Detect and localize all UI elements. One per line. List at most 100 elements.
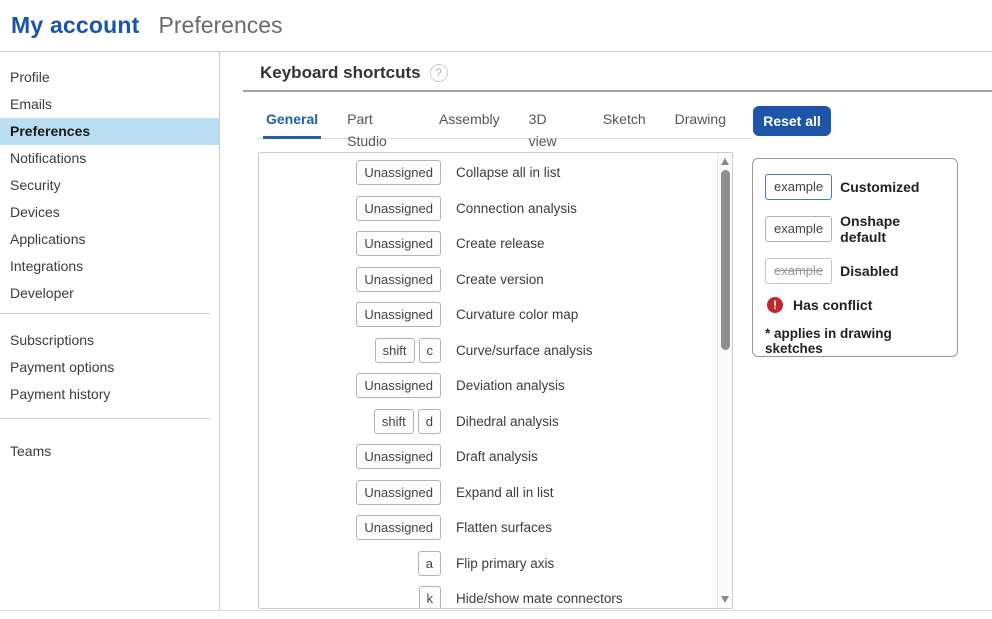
- sidebar-item-integrations[interactable]: Integrations: [0, 253, 219, 280]
- shortcut-label: Flip primary axis: [456, 556, 554, 571]
- key-badge[interactable]: Unassigned: [356, 302, 441, 327]
- section-title: Keyboard shortcuts: [260, 63, 421, 83]
- page-header: My account Preferences: [0, 0, 992, 52]
- tab-strip: General Part Studio Assembly 3D view Sketch D…: [258, 108, 752, 139]
- tab-3d-view[interactable]: 3D view: [526, 108, 577, 139]
- example-badge-default: example: [765, 216, 832, 242]
- shortcut-keys: a: [259, 551, 441, 576]
- shortcut-keys: Unassigned: [259, 373, 441, 398]
- key-badge[interactable]: c: [419, 338, 442, 363]
- shortcut-row-collapse-all-in-list: Unassigned Collapse all in list: [259, 160, 732, 185]
- shortcut-row-hide-show-mate-connectors: k Hide/show mate connectors: [259, 586, 732, 609]
- tab-drawing[interactable]: Drawing: [672, 108, 729, 139]
- shortcut-row-expand-all-in-list: Unassigned Expand all in list: [259, 480, 732, 505]
- key-badge[interactable]: Unassigned: [356, 160, 441, 185]
- tab-row: General Part Studio Assembly 3D view Sketch D…: [243, 108, 992, 139]
- key-badge[interactable]: Unassigned: [356, 267, 441, 292]
- scroll-up-icon[interactable]: [721, 158, 729, 165]
- page-subtitle: Preferences: [159, 12, 283, 39]
- key-badge[interactable]: Unassigned: [356, 373, 441, 398]
- shortcut-row-create-release: Unassigned Create release: [259, 231, 732, 256]
- shortcut-row-connection-analysis: UnassignedConnection analysis: [259, 196, 732, 221]
- shortcut-label: Collapse all in list: [456, 165, 560, 180]
- sidebar-item-notifications[interactable]: Notifications: [0, 145, 219, 172]
- page-body: ProfileEmailsPreferencesNotificationsSec…: [0, 52, 992, 611]
- tab-assembly[interactable]: Assembly: [436, 108, 503, 139]
- legend-row-disabled: example Disabled: [765, 258, 945, 284]
- key-badge[interactable]: k: [419, 586, 442, 609]
- tab-part-studio[interactable]: Part Studio: [344, 108, 413, 139]
- key-badge[interactable]: shift: [374, 409, 414, 434]
- shortcut-label: Draft analysis: [456, 449, 538, 464]
- shortcut-keys: shiftc: [259, 338, 441, 363]
- scrollbar[interactable]: [717, 153, 732, 608]
- key-badge[interactable]: shift: [375, 338, 415, 363]
- exclamation-circle-icon: !: [767, 297, 783, 313]
- legend-box: exampleCustomizedexampleOnshape defaulte…: [752, 158, 958, 357]
- legend-label: Customized: [840, 179, 919, 195]
- shortcut-label: Deviation analysis: [456, 378, 565, 393]
- legend-label: Onshape default: [840, 213, 945, 245]
- tab-sketch[interactable]: Sketch: [600, 108, 649, 139]
- legend-row-customized: example Customized: [765, 174, 945, 200]
- sidebar-item-developer[interactable]: Developer: [0, 280, 219, 307]
- shortcut-row-deviation-analysis: Unassigned Deviation analysis: [259, 373, 732, 398]
- shortcut-row-dihedral-analysis: shiftd Dihedral analysis: [259, 409, 732, 434]
- shortcut-keys: Unassigned: [259, 231, 441, 256]
- legend-note: * applies in drawing sketches: [765, 326, 945, 356]
- legend-label: Disabled: [840, 263, 898, 279]
- key-badge[interactable]: Unassigned: [356, 196, 441, 221]
- sidebar-divider: [0, 313, 210, 314]
- shortcut-label: Create release: [456, 236, 545, 251]
- key-badge[interactable]: Unassigned: [356, 444, 441, 469]
- shortcut-label: Hide/show mate connectors: [456, 591, 623, 606]
- sidebar-item-preferences[interactable]: Preferences: [0, 118, 219, 145]
- shortcut-row-flatten-surfaces: Unassigned Flatten surfaces: [259, 515, 732, 540]
- shortcut-keys: Unassigned: [259, 196, 441, 221]
- section-head: Keyboard shortcuts ?: [260, 63, 992, 83]
- shortcut-row-draft-analysis: Unassigned Draft analysis: [259, 444, 732, 469]
- scroll-down-icon[interactable]: [721, 596, 729, 603]
- key-badge[interactable]: d: [418, 409, 441, 434]
- reset-all-button[interactable]: Reset all: [753, 106, 831, 136]
- sidebar-divider: [0, 418, 210, 419]
- shortcut-keys: Unassigned: [259, 444, 441, 469]
- example-badge-customized: example: [765, 174, 832, 200]
- tab-general[interactable]: General: [263, 108, 321, 139]
- legend-row-onshape-default: example Onshape default: [765, 213, 945, 245]
- key-badge[interactable]: a: [418, 551, 441, 576]
- shortcut-row-flip-primary-axis: a Flip primary axis: [259, 551, 732, 576]
- content-row: UnassignedCollapse all in listUnassigned…: [243, 152, 992, 609]
- sidebar-item-devices[interactable]: Devices: [0, 199, 219, 226]
- sidebar-item-security[interactable]: Security: [0, 172, 219, 199]
- page-title: My account: [11, 12, 140, 39]
- main-content: Keyboard shortcuts ? General Part Studio A…: [220, 52, 992, 610]
- help-icon[interactable]: ?: [430, 64, 448, 82]
- sidebar-item-payment-history[interactable]: Payment history: [0, 381, 219, 408]
- shortcuts-rows: UnassignedCollapse all in listUnassigned…: [259, 153, 732, 609]
- key-badge[interactable]: Unassigned: [356, 515, 441, 540]
- sidebar-item-emails[interactable]: Emails: [0, 91, 219, 118]
- shortcut-label: Curvature color map: [456, 307, 578, 322]
- shortcut-keys: Unassigned: [259, 480, 441, 505]
- shortcut-keys: Unassigned: [259, 160, 441, 185]
- sidebar-item-teams[interactable]: Teams: [0, 438, 219, 465]
- scrollbar-thumb[interactable]: [721, 170, 730, 350]
- shortcut-label: Curve/surface analysis: [456, 343, 593, 358]
- shortcut-label: Dihedral analysis: [456, 414, 559, 429]
- shortcut-keys: Unassigned: [259, 267, 441, 292]
- legend-conflict-row: ! Has conflict: [765, 297, 945, 313]
- legend-conflict-label: Has conflict: [793, 297, 872, 313]
- shortcut-row-curvature-color-map: Unassigned Curvature color map: [259, 302, 732, 327]
- key-badge[interactable]: Unassigned: [356, 231, 441, 256]
- shortcut-label: Flatten surfaces: [456, 520, 552, 535]
- sidebar-item-profile[interactable]: Profile: [0, 64, 219, 91]
- shortcut-keys: k: [259, 586, 441, 609]
- sidebar-item-subscriptions[interactable]: Subscriptions: [0, 327, 219, 354]
- shortcuts-list: UnassignedCollapse all in listUnassigned…: [258, 152, 733, 609]
- sidebar-item-payment-options[interactable]: Payment options: [0, 354, 219, 381]
- sidebar-item-applications[interactable]: Applications: [0, 226, 219, 253]
- key-badge[interactable]: Unassigned: [356, 480, 441, 505]
- example-badge-disabled: example: [765, 258, 832, 284]
- shortcut-label: Expand all in list: [456, 485, 554, 500]
